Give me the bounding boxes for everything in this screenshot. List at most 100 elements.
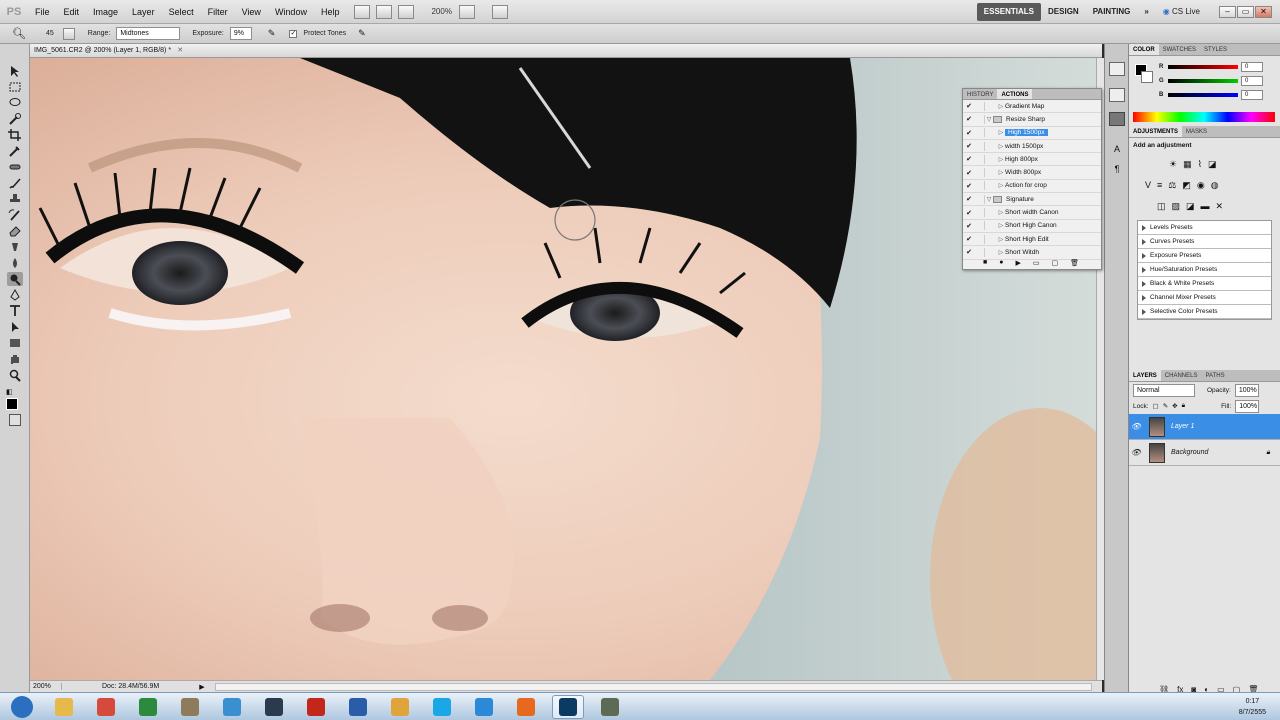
- horizontal-scrollbar[interactable]: [214, 682, 1092, 691]
- type-tool-icon[interactable]: [7, 304, 23, 318]
- restore-button[interactable]: ▭: [1237, 5, 1254, 18]
- tab-channels[interactable]: CHANNELS: [1161, 370, 1202, 381]
- shape-tool-icon[interactable]: [7, 336, 23, 350]
- action-row[interactable]: ✔ ▷ High 800px: [963, 153, 1101, 167]
- expand-triangle-icon[interactable]: ▷: [997, 209, 1005, 216]
- dodge-tool-icon[interactable]: [7, 272, 23, 286]
- exposure-icon[interactable]: ◪: [1208, 159, 1217, 170]
- menu-select[interactable]: Select: [162, 0, 201, 24]
- taskbar-misc-icon[interactable]: [594, 695, 626, 719]
- expand-triangle-icon[interactable]: ▷: [997, 156, 1005, 163]
- tab-color[interactable]: COLOR: [1129, 44, 1159, 55]
- path-selection-tool-icon[interactable]: [7, 320, 23, 334]
- lock-image-icon[interactable]: ✎: [1163, 402, 1168, 410]
- dialog-toggle[interactable]: [975, 194, 985, 204]
- selective-color-icon[interactable]: ✕: [1216, 201, 1224, 212]
- fill-input[interactable]: 100%: [1235, 399, 1260, 413]
- menu-layer[interactable]: Layer: [125, 0, 162, 24]
- dialog-toggle[interactable]: [975, 181, 985, 191]
- taskbar-skype-icon[interactable]: [426, 695, 458, 719]
- value-b[interactable]: 0: [1241, 90, 1263, 100]
- lock-all-icon[interactable]: 🔒︎: [1182, 402, 1185, 410]
- layer-row-layer-1[interactable]: 👁︎ Layer 1: [1129, 414, 1280, 440]
- arrange-documents-button[interactable]: [458, 4, 475, 19]
- document-tab-title[interactable]: IMG_5061.CR2 @ 200% (Layer 1, RGB/8) *: [30, 47, 171, 54]
- expand-triangle-icon[interactable]: ▽: [985, 116, 993, 123]
- dialog-toggle[interactable]: [975, 141, 985, 151]
- taskbar-steam-icon[interactable]: [258, 695, 290, 719]
- threshold-icon[interactable]: ◪: [1186, 201, 1195, 212]
- gradient-tool-icon[interactable]: [7, 240, 23, 254]
- close-document-icon[interactable]: ✕: [173, 47, 183, 54]
- lasso-tool-icon[interactable]: [7, 96, 23, 110]
- menu-help[interactable]: Help: [314, 0, 347, 24]
- channel-mixer-icon[interactable]: ◍: [1211, 180, 1219, 191]
- more-workspaces-button[interactable]: »: [1137, 3, 1155, 21]
- action-row[interactable]: ✔ ▷ Short Witdh: [963, 246, 1101, 260]
- preset-levels[interactable]: Levels Presets: [1138, 221, 1271, 235]
- preset-curves[interactable]: Curves Presets: [1138, 235, 1271, 249]
- toggle-check-icon[interactable]: ✔: [963, 248, 975, 256]
- eyedropper-tool-icon[interactable]: [7, 144, 23, 158]
- system-clock[interactable]: 0:17 8/7/2555: [1239, 696, 1266, 718]
- tab-layers[interactable]: LAYERS: [1129, 370, 1161, 381]
- dialog-toggle[interactable]: [975, 101, 985, 111]
- action-row[interactable]: ✔ ▷ width 1500px: [963, 140, 1101, 154]
- expand-triangle-icon[interactable]: ▷: [997, 143, 1005, 150]
- workspace-painting[interactable]: PAINTING: [1086, 3, 1138, 21]
- expand-triangle-icon[interactable]: ▽: [985, 196, 993, 203]
- dialog-toggle[interactable]: [975, 247, 985, 257]
- tab-masks[interactable]: MASKS: [1182, 126, 1211, 137]
- crop-tool-icon[interactable]: [7, 128, 23, 142]
- toggle-check-icon[interactable]: ✔: [963, 169, 975, 177]
- zoom-tool-icon[interactable]: [7, 368, 23, 382]
- taskbar-chrome-icon[interactable]: [90, 695, 122, 719]
- hue-saturation-icon[interactable]: ≡: [1157, 180, 1162, 191]
- new-action-icon[interactable]: ▢: [1051, 259, 1058, 267]
- visibility-eye-icon[interactable]: 👁︎: [1129, 422, 1143, 431]
- minibridge-button[interactable]: [376, 4, 393, 19]
- brightness-contrast-icon[interactable]: ☀: [1169, 159, 1177, 170]
- dialog-toggle[interactable]: [975, 128, 985, 138]
- expand-triangle-icon[interactable]: ▷: [997, 222, 1005, 229]
- airbrush-icon[interactable]: ✎: [268, 28, 276, 39]
- default-colors-icon[interactable]: ◧: [6, 388, 13, 396]
- taskbar-firefox-icon[interactable]: [510, 695, 542, 719]
- action-row[interactable]: ✔ ▷ High 1500px: [963, 127, 1101, 140]
- toggle-check-icon[interactable]: ✔: [963, 155, 975, 163]
- toggle-check-icon[interactable]: ✔: [963, 129, 975, 137]
- action-set-row[interactable]: ✔ ▽ Resize Sharp: [963, 113, 1101, 127]
- quick-mask-icon[interactable]: [9, 414, 21, 426]
- brush-tool-icon[interactable]: [7, 176, 23, 190]
- taskbar-maps-icon[interactable]: [216, 695, 248, 719]
- view-extras-button[interactable]: [398, 4, 415, 19]
- mini-bridge-icon[interactable]: [1109, 62, 1125, 76]
- delete-action-icon[interactable]: 🗑︎: [1070, 259, 1079, 267]
- menu-edit[interactable]: Edit: [57, 0, 87, 24]
- menu-filter[interactable]: Filter: [201, 0, 235, 24]
- brush-panel-button[interactable]: [62, 27, 75, 40]
- workspace-design[interactable]: DESIGN: [1041, 3, 1086, 21]
- healing-brush-tool-icon[interactable]: [7, 160, 23, 174]
- tab-paths[interactable]: PATHS: [1201, 370, 1228, 381]
- workspace-essentials[interactable]: ESSENTIALS: [976, 2, 1042, 21]
- posterize-icon[interactable]: ▨: [1172, 201, 1181, 212]
- stop-icon[interactable]: ■: [983, 259, 987, 267]
- history-brush-tool-icon[interactable]: [7, 208, 23, 222]
- expand-triangle-icon[interactable]: ▷: [997, 249, 1005, 256]
- expand-triangle-icon[interactable]: ▷: [997, 236, 1005, 243]
- color-background-swatch[interactable]: [1141, 71, 1153, 83]
- taskbar-filezilla-icon[interactable]: [300, 695, 332, 719]
- toggle-check-icon[interactable]: ✔: [963, 182, 975, 190]
- clone-stamp-tool-icon[interactable]: [7, 192, 23, 206]
- expand-triangle-icon[interactable]: ▷: [997, 103, 1005, 110]
- hand-tool-icon[interactable]: [7, 352, 23, 366]
- character-icon[interactable]: A: [1109, 144, 1125, 158]
- action-row[interactable]: ✔ ▷ Short High Edit: [963, 233, 1101, 247]
- record-icon[interactable]: ●: [999, 259, 1003, 267]
- gradient-map-icon[interactable]: ▬: [1201, 201, 1210, 212]
- marquee-tool-icon[interactable]: [7, 80, 23, 94]
- dialog-toggle[interactable]: [975, 168, 985, 178]
- blend-mode-select[interactable]: Normal: [1133, 383, 1195, 397]
- curves-icon[interactable]: ⌇: [1198, 159, 1202, 170]
